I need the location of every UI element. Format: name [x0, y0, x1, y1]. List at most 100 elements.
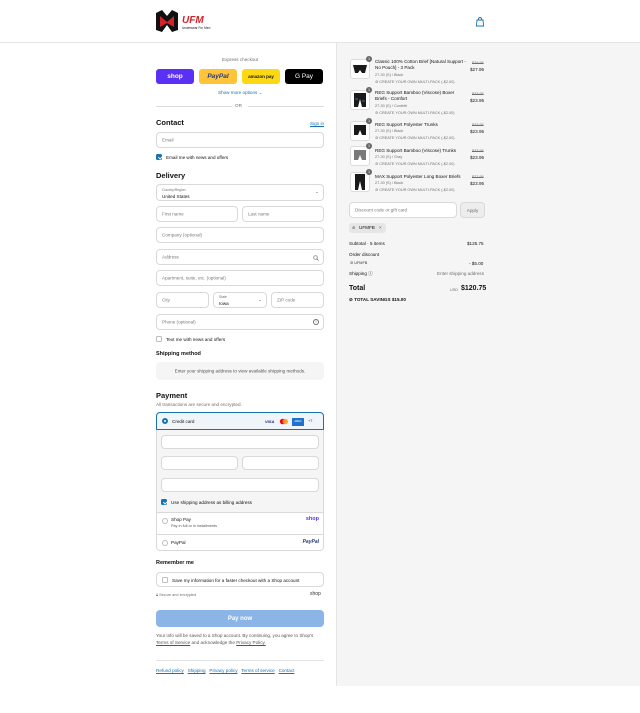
- card-security-field[interactable]: [242, 456, 319, 470]
- apply-button[interactable]: Apply: [460, 202, 485, 218]
- credit-card-option[interactable]: Credit card VISA AMEX +7: [156, 412, 324, 430]
- logo-text: UFM: [182, 15, 204, 26]
- item-promo: ⊘ CREATE YOUR OWN MULTI-PACK (-$2.00): [375, 187, 455, 192]
- help-icon[interactable]: ?: [313, 319, 319, 325]
- divider-left: [156, 106, 232, 107]
- company-field[interactable]: Company (optional): [156, 227, 324, 243]
- pay-now-button[interactable]: Pay now: [156, 610, 324, 627]
- show-more-label: Show more options: [218, 90, 258, 95]
- item-variant: 27-30 (S) / Confetti: [375, 104, 408, 108]
- item-promo-label: CREATE YOUR OWN MULTI-PACK (-$2.00): [379, 80, 455, 84]
- shop-pay-radio[interactable]: [162, 518, 168, 524]
- paypal-option[interactable]: PayPal PayPal: [156, 535, 324, 551]
- shipping-link[interactable]: Shipping: [188, 668, 206, 673]
- shop-pay-button[interactable]: shop: [156, 69, 194, 84]
- logo-tagline: Underwear For Men: [182, 26, 211, 30]
- sign-in-link[interactable]: Sign in: [310, 121, 324, 126]
- billing-label: Use shipping address as billing address: [171, 500, 252, 505]
- shop-pay-option[interactable]: Shop Pay Pay in full or in installments …: [156, 513, 324, 533]
- item-promo: ⊘ CREATE YOUR OWN MULTI-PACK (-$2.00): [375, 161, 455, 166]
- email-field[interactable]: Email: [156, 132, 324, 148]
- item-old-price: $33.95: [472, 92, 484, 96]
- gray-trunk-image: [354, 150, 366, 160]
- item-old-price: $29.95: [472, 61, 484, 65]
- country-select[interactable]: Country/Region United States ⌄: [156, 184, 324, 201]
- header: UFM Underwear For Men: [0, 0, 640, 43]
- shipping-notice-text: Enter your shipping address to view avai…: [174, 368, 306, 374]
- discount-value: - $5.00: [469, 261, 484, 266]
- trunk-image: [354, 125, 366, 135]
- paypal-radio[interactable]: [162, 540, 168, 546]
- first-name-field[interactable]: First name: [156, 206, 238, 222]
- amazon-pay-button[interactable]: amazon pay: [242, 69, 280, 84]
- payment-subtitle: All transactions are secure and encrypte…: [156, 402, 242, 407]
- brand-logo[interactable]: UFM Underwear For Men: [156, 10, 212, 32]
- paypal-button[interactable]: PayPal: [199, 69, 237, 84]
- address-placeholder: Address: [162, 254, 179, 260]
- shop-logo: shop: [310, 591, 321, 597]
- tag-icon: ⊘: [375, 111, 379, 115]
- item-promo-label: CREATE YOUR OWN MULTI-PACK (-$2.00): [379, 136, 455, 140]
- first-name-placeholder: First name: [162, 211, 184, 217]
- privacy-link[interactable]: Privacy Policy.: [236, 640, 266, 645]
- show-more-options-link[interactable]: Show more options ⌄: [218, 90, 262, 96]
- item-name: REG Support Polyester Trunks: [375, 122, 438, 127]
- tag-icon: ⊘: [349, 297, 353, 302]
- refund-policy-link[interactable]: Refund policy: [156, 668, 184, 673]
- email-news-checkbox[interactable]: [156, 154, 162, 160]
- apartment-placeholder: Apartment, suite, etc. (optional): [162, 275, 226, 281]
- legal-line-2: Terms of Service and acknowledge the Pri…: [156, 640, 266, 645]
- last-name-field[interactable]: Last name: [242, 206, 324, 222]
- item-promo-label: CREATE YOUR OWN MULTI-PACK (-$2.00): [379, 162, 455, 166]
- subtotal-value: $125.75: [467, 241, 484, 246]
- email-placeholder: Email: [162, 137, 174, 143]
- tag-icon: ⊘: [375, 162, 379, 166]
- credit-card-radio[interactable]: [162, 418, 168, 424]
- express-checkout-title: Express checkout: [222, 57, 259, 62]
- discount-code-field[interactable]: Discount code or gift card: [349, 202, 457, 218]
- remember-heading: Remember me: [156, 560, 194, 566]
- item-price: $23.95: [470, 155, 485, 160]
- terms-of-service-link[interactable]: Terms of service: [241, 668, 274, 673]
- privacy-policy-link[interactable]: Privacy policy: [209, 668, 237, 673]
- save-info-checkbox[interactable]: [162, 577, 168, 583]
- item-variant: 27-30 (S) / Black: [375, 181, 404, 185]
- shop-pay-subtitle: Pay in full or in installments: [171, 524, 218, 528]
- item-price: $23.95: [470, 129, 485, 134]
- country-label: Country/Region: [162, 187, 186, 192]
- billing-checkbox[interactable]: [161, 499, 167, 505]
- contact-link[interactable]: Contact: [279, 668, 295, 673]
- text-news-checkbox[interactable]: [156, 336, 162, 342]
- remove-discount-icon[interactable]: ×: [379, 225, 382, 230]
- product-thumbnail: [350, 121, 370, 141]
- savings-value: $15.00: [391, 297, 406, 302]
- secure-label: Secure and encrypted: [159, 593, 197, 597]
- shopping-bag-icon[interactable]: [475, 17, 485, 27]
- city-field[interactable]: City: [156, 292, 209, 308]
- terms-link[interactable]: Terms of Service: [156, 640, 190, 645]
- product-thumbnail: [350, 172, 370, 192]
- product-thumbnail: [350, 90, 370, 110]
- discount-code-label: UFMFB: [359, 225, 375, 230]
- google-pay-button[interactable]: G Pay: [285, 69, 323, 84]
- item-promo: ⊘ CREATE YOUR OWN MULTI-PACK (-$2.00): [375, 79, 455, 84]
- state-select[interactable]: State Iowa ⌄: [213, 292, 267, 308]
- city-placeholder: City: [162, 297, 170, 303]
- secure-note: 🔒︎ Secure and encrypted: [156, 593, 196, 597]
- item-promo: ⊘ CREATE YOUR OWN MULTI-PACK (-$2.00): [375, 110, 455, 115]
- save-info-option[interactable]: Save my information for a faster checkou…: [156, 572, 324, 587]
- card-expiry-field[interactable]: [161, 456, 238, 470]
- address-field[interactable]: Address: [156, 249, 324, 265]
- payment-heading: Payment: [156, 391, 188, 400]
- zip-field[interactable]: ZIP code: [271, 292, 324, 308]
- order-discount-code: ⊘ UFMFB: [350, 260, 367, 265]
- card-name-field[interactable]: [161, 478, 319, 492]
- quantity-badge: 1: [366, 118, 372, 124]
- card-form: Use shipping address as billing address: [157, 430, 323, 512]
- phone-field[interactable]: Phone (optional) ?: [156, 314, 324, 330]
- apartment-field[interactable]: Apartment, suite, etc. (optional): [156, 270, 324, 286]
- help-icon[interactable]: ⓘ: [368, 271, 373, 276]
- card-number-field[interactable]: [161, 435, 319, 449]
- or-divider: OR: [235, 103, 242, 108]
- item-promo: ⊘ CREATE YOUR OWN MULTI-PACK (-$2.00): [375, 135, 455, 140]
